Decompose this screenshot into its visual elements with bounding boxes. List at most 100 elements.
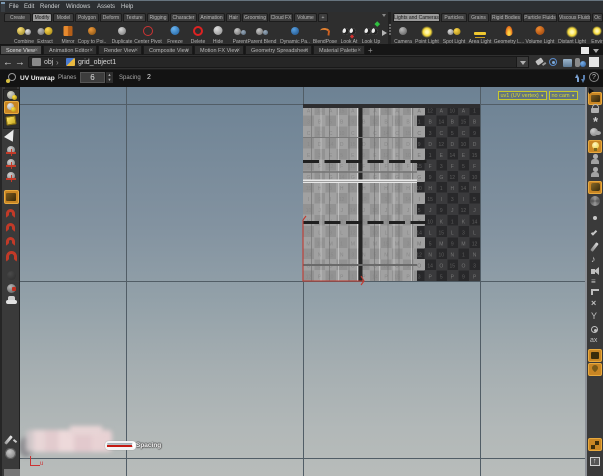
svg-text:F: F [362,164,365,170]
svg-text:1: 1 [429,153,432,159]
svg-text:14: 14 [405,197,411,203]
svg-text:I: I [396,197,397,203]
svg-text:15: 15 [450,264,456,270]
svg-text:1: 1 [307,142,310,148]
svg-text:14: 14 [461,186,467,192]
svg-text:1: 1 [362,131,365,137]
svg-text:14: 14 [450,153,456,159]
svg-text:L: L [473,230,476,236]
svg-text:14: 14 [439,120,445,126]
svg-text:H: H [340,186,344,192]
svg-text:14: 14 [416,230,422,236]
svg-text:C: C [307,131,311,137]
svg-text:D: D [450,142,454,148]
svg-text:H: H [406,186,410,192]
svg-text:10: 10 [339,131,345,137]
svg-text:1: 1 [462,252,465,258]
svg-text:15: 15 [472,153,478,159]
svg-text:9: 9 [362,153,365,159]
svg-text:I: I [330,197,331,203]
svg-text:M: M [417,241,421,247]
svg-text:H: H [450,186,454,192]
svg-text:G: G [461,175,465,181]
svg-text:G: G [417,175,421,181]
svg-text:5: 5 [340,153,343,159]
svg-text:3: 3 [307,120,310,126]
svg-text:14: 14 [317,109,323,115]
svg-text:F: F [384,164,387,170]
svg-text:3: 3 [473,264,476,270]
svg-text:1: 1 [451,219,454,225]
svg-text:9: 9 [440,208,443,214]
svg-text:I: I [352,197,353,203]
svg-text:1: 1 [440,186,443,192]
svg-text:12: 12 [427,109,433,115]
svg-text:3: 3 [462,230,465,236]
svg-text:5: 5 [451,131,454,137]
svg-text:15: 15 [350,142,356,148]
svg-text:1: 1 [473,109,476,115]
svg-text:L: L [451,230,454,236]
svg-text:C: C [351,131,355,137]
svg-text:3: 3 [440,164,443,170]
svg-text:C: C [417,131,421,137]
svg-text:D: D [406,142,410,148]
svg-text:N: N [473,252,477,258]
svg-text:1: 1 [396,230,399,236]
svg-text:D: D [473,142,477,148]
svg-text:15: 15 [405,131,411,137]
svg-text:F: F [451,164,454,170]
svg-text:3: 3 [451,197,454,203]
svg-text:15: 15 [439,230,445,236]
svg-text:H: H [473,186,477,192]
svg-text:I: I [419,197,420,203]
svg-text:9: 9 [473,131,476,137]
svg-text:C: C [439,131,443,137]
svg-text:3: 3 [407,241,410,247]
svg-text:C: C [462,131,466,137]
svg-text:9: 9 [429,175,432,181]
svg-text:M: M [439,241,443,247]
svg-text:G: G [439,175,443,181]
svg-text:10: 10 [450,109,456,115]
svg-text:1: 1 [385,197,388,203]
svg-text:14: 14 [328,142,334,148]
svg-text:12: 12 [405,219,411,225]
svg-text:12: 12 [372,120,378,126]
svg-text:9: 9 [407,109,410,115]
svg-text:9: 9 [307,164,310,170]
svg-text:12: 12 [328,164,334,170]
svg-text:1: 1 [418,120,421,126]
svg-text:M: M [461,241,465,247]
svg-text:5: 5 [396,142,399,148]
svg-text:O: O [417,264,421,270]
svg-text:5: 5 [418,208,421,214]
svg-text:5: 5 [351,186,354,192]
svg-text:9: 9 [451,241,454,247]
svg-text:O: O [461,264,465,270]
svg-text:H: H [428,186,432,192]
svg-text:I: I [463,197,464,203]
svg-text:3: 3 [396,208,399,214]
svg-text:12: 12 [461,208,467,214]
svg-text:3: 3 [418,275,421,281]
svg-text:3: 3 [429,131,432,137]
svg-text:9: 9 [418,142,421,148]
svg-text:10: 10 [427,219,433,225]
svg-text:I: I [441,197,442,203]
svg-text:10: 10 [461,142,467,148]
svg-text:N: N [450,252,454,258]
svg-text:12: 12 [472,241,478,247]
svg-text:5: 5 [462,164,465,170]
svg-text:5: 5 [473,197,476,203]
svg-text:F: F [429,164,432,170]
svg-text:12: 12 [416,252,422,258]
svg-text:N: N [406,252,410,258]
svg-text:10: 10 [472,175,478,181]
svg-text:F: F [340,164,343,170]
svg-text:9: 9 [396,252,399,258]
svg-text:10: 10 [416,186,422,192]
svg-text:12: 12 [450,175,456,181]
svg-text:15: 15 [461,120,467,126]
svg-text:10: 10 [439,252,445,258]
